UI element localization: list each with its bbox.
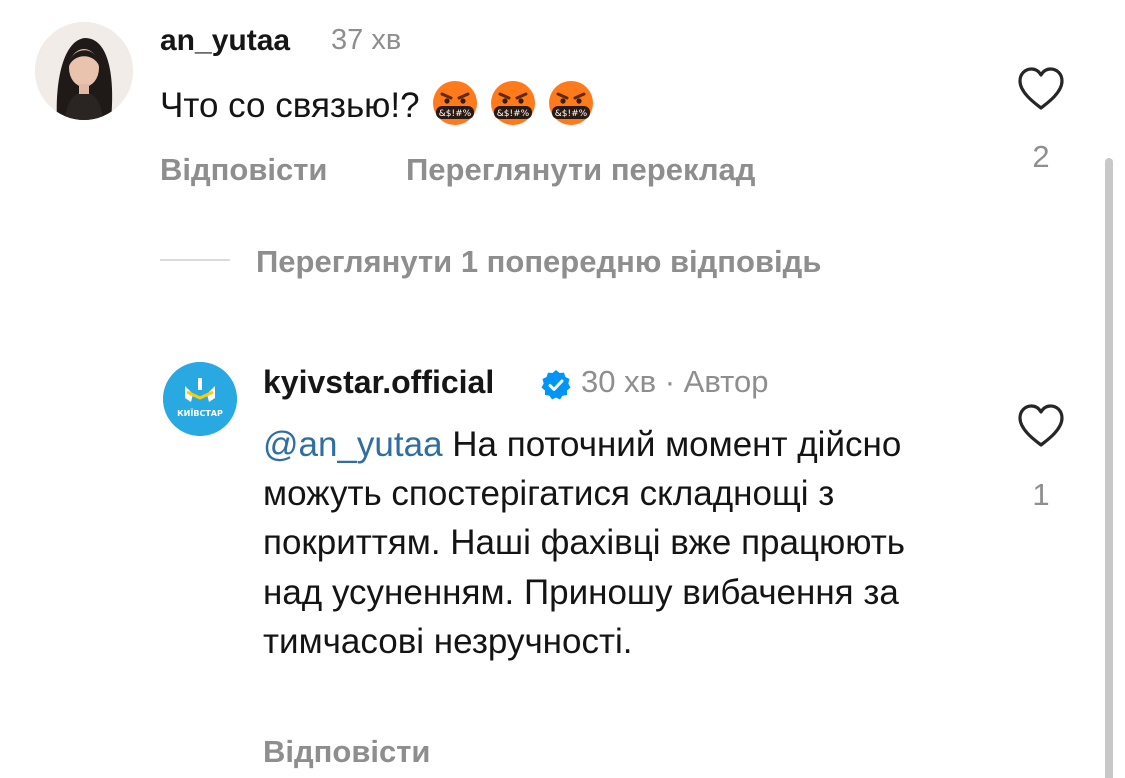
emoji-symbols: &$!#% xyxy=(496,109,529,119)
emoji-symbols: &$!#% xyxy=(554,109,587,119)
reply-button[interactable]: Відповісти xyxy=(160,152,328,188)
reply-username[interactable]: kyivstar.official xyxy=(263,364,494,401)
see-translation-button[interactable]: Переглянути переклад xyxy=(406,152,755,188)
angry-face-with-symbols-icon: &$!#% xyxy=(548,80,594,126)
comments-thread: an_yutaa 37 хв Что со связью!? &$!#% &$! xyxy=(0,0,1125,778)
kyivstar-logo-icon: КИЇВСТАР xyxy=(163,362,237,436)
view-previous-replies-button[interactable]: Переглянути 1 попередню відповідь xyxy=(256,244,821,280)
reply-meta: 30 хв · Автор xyxy=(581,364,768,400)
emoji-symbols: &$!#% xyxy=(438,109,471,119)
user-photo xyxy=(35,22,133,120)
heart-icon[interactable] xyxy=(1016,403,1066,449)
avatar[interactable] xyxy=(35,22,133,120)
logo-text: КИЇВСТАР xyxy=(177,408,223,418)
reply-text: @an_yutaa На поточний момент дійсно можу… xyxy=(263,420,953,666)
meta-separator: · xyxy=(664,364,676,399)
comment-body: Что со связью!? xyxy=(160,86,420,125)
replies-divider xyxy=(160,259,230,261)
like-count: 2 xyxy=(1032,139,1050,174)
scrollbar[interactable] xyxy=(1105,158,1113,778)
author-label: Автор xyxy=(683,364,769,399)
mention-link[interactable]: @an_yutaa xyxy=(263,425,443,464)
reply-button[interactable]: Відповісти xyxy=(263,734,431,770)
verified-badge-icon xyxy=(540,369,572,401)
comment-text: Что со связью!? &$!#% &$!#% &$!#% xyxy=(160,80,594,126)
avatar[interactable]: КИЇВСТАР xyxy=(163,362,237,436)
comment-username[interactable]: an_yutaa xyxy=(160,24,290,58)
like-count: 1 xyxy=(1032,477,1050,512)
angry-face-with-symbols-icon: &$!#% xyxy=(432,80,478,126)
comment-time: 37 хв xyxy=(331,24,402,56)
angry-face-with-symbols-icon: &$!#% xyxy=(490,80,536,126)
heart-icon[interactable] xyxy=(1016,66,1066,112)
reply-time: 30 хв xyxy=(581,364,657,399)
